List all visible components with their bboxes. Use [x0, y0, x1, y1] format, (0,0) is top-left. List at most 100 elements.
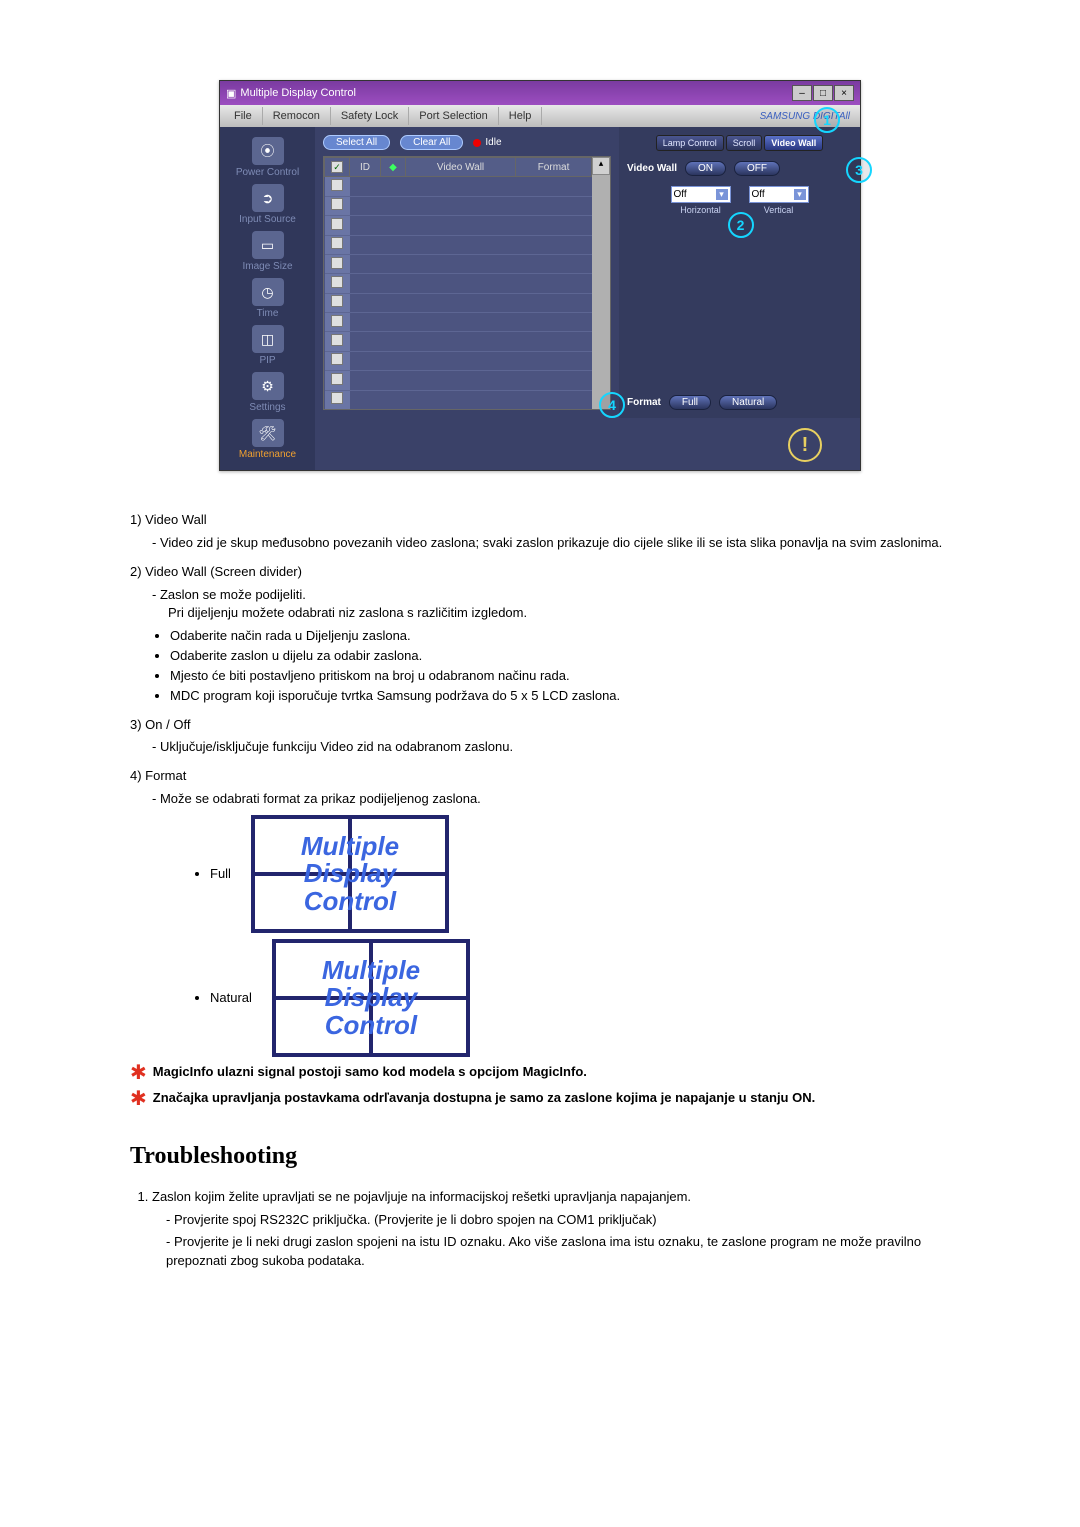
sidebar-item-time[interactable]: ◷ Time	[228, 278, 308, 319]
brand-label: SAMSUNG DIGITAll	[760, 111, 856, 122]
sidebar-item-settings[interactable]: ⚙ Settings	[228, 372, 308, 413]
format-natural-button[interactable]: Natural	[719, 395, 777, 410]
chevron-down-icon: ▾	[716, 189, 728, 200]
sidebar-item-maintenance[interactable]: 🛠 Maintenance	[228, 419, 308, 460]
row-checkbox[interactable]	[331, 373, 343, 385]
row-checkbox[interactable]	[331, 179, 343, 191]
ts-item-1: Zaslon kojim želite upravljati se ne poj…	[152, 1189, 691, 1204]
right-panel: Lamp Control Scroll Video Wall 1 Video W…	[619, 127, 860, 418]
doc-content: 1) Video Wall - Video zid je skup međuso…	[130, 511, 950, 1271]
item-2-bullet: MDC program koji isporučuje tvrtka Samsu…	[170, 687, 950, 706]
sidebar-item-input[interactable]: ➲ Input Source	[228, 184, 308, 225]
item-2-bullet: Mjesto će biti postavljeno pritiskom na …	[170, 667, 950, 686]
sidebar-item-power[interactable]: ⦿ Power Control	[228, 137, 308, 178]
item-4-title: 4) Format	[130, 767, 950, 786]
image-size-icon: ▭	[252, 231, 284, 259]
ts-item-1b: - Provjerite je li neki drugi zaslon spo…	[166, 1233, 950, 1271]
item-2-line2: Pri dijeljenju možete odabrati niz zaslo…	[168, 604, 950, 623]
item-1-text: - Video zid je skup međusobno povezanih …	[152, 534, 950, 553]
note-2: Značajka upravljanja postavkama odrľavan…	[153, 1089, 815, 1108]
item-2-title: 2) Video Wall (Screen divider)	[130, 563, 950, 582]
row-checkbox[interactable]	[331, 295, 343, 307]
vertical-select[interactable]: Off ▾	[749, 186, 809, 203]
menu-file[interactable]: File	[224, 107, 263, 125]
format-label: Format	[627, 397, 661, 408]
row-checkbox[interactable]	[331, 237, 343, 249]
select-all-button[interactable]: Select All	[323, 135, 390, 150]
warning-icon: !	[788, 428, 822, 462]
callout-3: 3	[846, 157, 872, 183]
maintenance-icon: 🛠	[252, 419, 284, 447]
titlebar: ▣ Multiple Display Control – □ ×	[220, 81, 860, 105]
pip-icon: ◫	[252, 325, 284, 353]
col-format: Format	[516, 158, 592, 177]
ts-item-1a: - Provjerite spoj RS232C priključka. (Pr…	[166, 1211, 950, 1230]
item-3-title: 3) On / Off	[130, 716, 950, 735]
col-checkbox[interactable]	[325, 158, 350, 177]
row-checkbox[interactable]	[331, 353, 343, 365]
close-button[interactable]: ×	[834, 85, 854, 101]
row-checkbox[interactable]	[331, 392, 343, 404]
scroll-up-icon[interactable]: ▴	[592, 157, 610, 175]
videowall-off-button[interactable]: OFF	[734, 161, 780, 176]
idle-indicator: Idle	[473, 137, 501, 148]
settings-icon: ⚙	[252, 372, 284, 400]
mdc-app-window: ▣ Multiple Display Control – □ × File Re…	[219, 80, 861, 471]
vertical-label: Vertical	[764, 205, 794, 215]
power-icon: ⦿	[252, 137, 284, 165]
horizontal-label: Horizontal	[680, 205, 721, 215]
window-title: Multiple Display Control	[240, 87, 356, 99]
maximize-button[interactable]: □	[813, 85, 833, 101]
callout-4: 4	[599, 392, 625, 418]
item-2-bullet: Odaberite način rada u Dijeljenju zaslon…	[170, 627, 950, 646]
videowall-on-button[interactable]: ON	[685, 161, 726, 176]
time-icon: ◷	[252, 278, 284, 306]
chevron-down-icon: ▾	[794, 189, 806, 200]
format-full-button[interactable]: Full	[669, 395, 711, 410]
star-icon: ✱	[130, 1063, 147, 1083]
grid-scrollbar[interactable]: ▴	[592, 157, 610, 409]
row-checkbox[interactable]	[331, 276, 343, 288]
display-grid: ID ◆ Video Wall Format	[323, 156, 611, 410]
callout-1: 1	[814, 107, 840, 133]
item-1-title: 1) Video Wall	[130, 511, 950, 530]
format-natural-diagram: MultipleDisplayControl	[272, 939, 470, 1057]
item-4-text: - Može se odabrati format za prikaz podi…	[152, 790, 950, 809]
menu-safety[interactable]: Safety Lock	[331, 107, 409, 125]
star-icon: ✱	[130, 1089, 147, 1109]
format-full-label: Full	[210, 865, 231, 884]
status-bar: !	[315, 418, 860, 470]
idle-dot-icon	[473, 139, 481, 147]
sidebar: ⦿ Power Control ➲ Input Source ▭ Image S…	[220, 127, 315, 470]
format-natural-label: Natural	[210, 989, 252, 1008]
item-2-line1: - Zaslon se može podijeliti.	[152, 586, 950, 605]
col-id: ID	[350, 158, 381, 177]
app-icon: ▣	[226, 87, 236, 100]
sidebar-item-image[interactable]: ▭ Image Size	[228, 231, 308, 272]
note-1: MagicInfo ulazni signal postoji samo kod…	[153, 1063, 587, 1082]
menu-help[interactable]: Help	[499, 107, 543, 125]
videowall-label: Video Wall	[627, 163, 677, 174]
tab-lamp[interactable]: Lamp Control	[656, 135, 724, 151]
menubar: File Remocon Safety Lock Port Selection …	[220, 105, 860, 127]
row-checkbox[interactable]	[331, 315, 343, 327]
row-checkbox[interactable]	[331, 198, 343, 210]
tab-videowall[interactable]: Video Wall	[764, 135, 823, 151]
col-videowall: Video Wall	[406, 158, 516, 177]
menu-port[interactable]: Port Selection	[409, 107, 498, 125]
row-checkbox[interactable]	[331, 334, 343, 346]
menu-remocon[interactable]: Remocon	[263, 107, 331, 125]
clear-all-button[interactable]: Clear All	[400, 135, 463, 150]
grid-table: ID ◆ Video Wall Format	[324, 157, 592, 409]
col-opt[interactable]: ◆	[381, 158, 406, 177]
minimize-button[interactable]: –	[792, 85, 812, 101]
horizontal-select[interactable]: Off ▾	[671, 186, 731, 203]
row-checkbox[interactable]	[331, 257, 343, 269]
row-checkbox[interactable]	[331, 218, 343, 230]
troubleshooting-heading: Troubleshooting	[130, 1139, 950, 1174]
input-source-icon: ➲	[252, 184, 284, 212]
tab-scroll[interactable]: Scroll	[726, 135, 763, 151]
sidebar-item-pip[interactable]: ◫ PIP	[228, 325, 308, 366]
callout-2: 2	[728, 212, 754, 238]
center-panel: Select All Clear All Idle ID ◆	[315, 127, 619, 418]
